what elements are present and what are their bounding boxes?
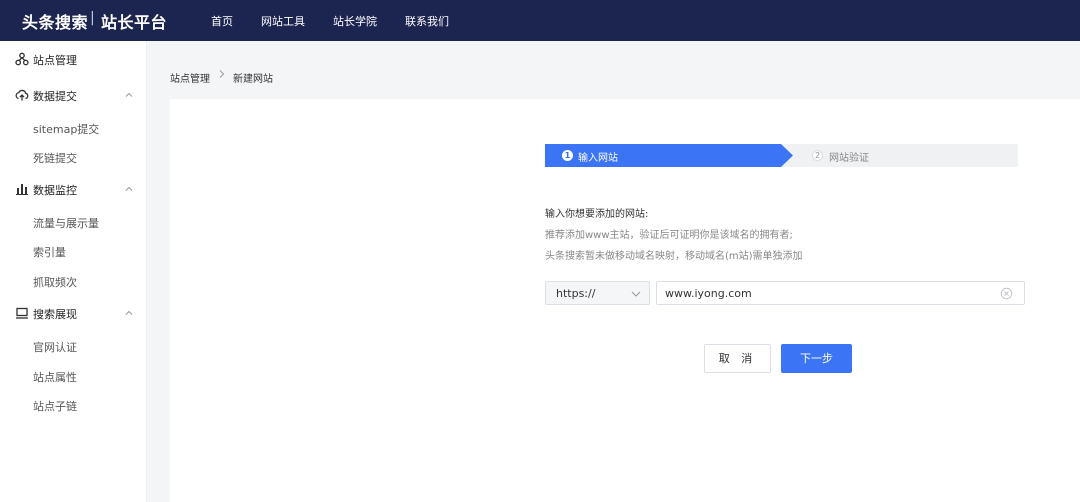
step-2-label: 网站验证 <box>829 153 869 164</box>
step-2-number: 2 <box>812 150 823 161</box>
url-input-value: www.iyong.com <box>665 287 752 300</box>
sidebar-item-data-monitor[interactable]: 数据监控 <box>0 177 147 201</box>
sidebar-subitem-index[interactable]: 索引量 <box>33 244 66 260</box>
form-hint-1: 推荐添加www主站，验证后可证明你是该域名的拥有者; <box>545 230 793 241</box>
url-input[interactable]: www.iyong.com <box>656 281 1025 305</box>
monitor-icon <box>16 307 28 319</box>
sidebar-subitem-sublinks[interactable]: 站点子链 <box>33 398 77 414</box>
sitemap-icon <box>15 52 29 66</box>
step-1-number: 1 <box>562 150 573 161</box>
chevron-up-icon <box>125 92 133 97</box>
sidebar-item-label: 站点管理 <box>33 54 77 67</box>
sidebar-subitem-crawl[interactable]: 抓取频次 <box>33 274 77 290</box>
chevron-right-icon <box>219 70 225 78</box>
nav-academy[interactable]: 站长学院 <box>333 13 377 29</box>
sidebar-item-data-submit[interactable]: 数据提交 <box>0 83 147 107</box>
sidebar-subitem-traffic[interactable]: 流量与展示量 <box>33 215 99 231</box>
chevron-up-icon <box>125 310 133 315</box>
brand-subtitle: 站长平台 <box>101 13 168 32</box>
brand-separator: | <box>90 10 95 26</box>
top-nav-bar: 头条搜索 | 站长平台 首页 网站工具 站长学院 联系我们 <box>0 0 1080 41</box>
breadcrumb-parent[interactable]: 站点管理 <box>170 70 210 85</box>
sidebar-subitem-official[interactable]: 官网认证 <box>33 339 77 355</box>
nav-contact[interactable]: 联系我们 <box>405 13 449 29</box>
protocol-select[interactable]: https:// <box>545 281 650 305</box>
sidebar-item-label: 数据提交 <box>33 90 77 103</box>
chevron-up-icon <box>125 186 133 191</box>
sidebar-subitem-deadlink[interactable]: 死链提交 <box>33 150 77 166</box>
form-hint-2: 头条搜索暂未做移动域名映射，移动域名(m站)需单独添加 <box>545 251 803 262</box>
clear-icon[interactable] <box>1000 287 1013 300</box>
bar-chart-icon <box>16 184 28 195</box>
brand-logo[interactable]: 头条搜索 <box>22 9 88 33</box>
sidebar-item-search-display[interactable]: 搜索展现 <box>0 301 147 325</box>
nav-site-tools[interactable]: 网站工具 <box>261 13 305 29</box>
next-step-button[interactable]: 下一步 <box>781 344 852 373</box>
cloud-upload-icon <box>15 89 29 101</box>
sidebar-item-site-management[interactable]: 站点管理 <box>0 47 147 71</box>
breadcrumb-current: 新建网站 <box>233 74 273 85</box>
form-title: 输入你想要添加的网站: <box>545 209 649 220</box>
protocol-value: https:// <box>556 287 596 300</box>
step-1-label: 输入网站 <box>578 153 618 164</box>
sidebar-subitem-sitemap[interactable]: sitemap提交 <box>33 121 99 137</box>
chevron-down-icon <box>631 291 641 297</box>
sidebar-item-label: 搜索展现 <box>33 308 77 321</box>
sidebar-item-label: 数据监控 <box>33 184 77 197</box>
cancel-button[interactable]: 取 消 <box>704 344 771 373</box>
sidebar-subitem-attributes[interactable]: 站点属性 <box>33 369 77 385</box>
nav-home[interactable]: 首页 <box>211 13 233 29</box>
sidebar: 站点管理 数据提交 sitemap提交 死链提交 数据监控 流量与展示量 索引量… <box>0 41 147 502</box>
